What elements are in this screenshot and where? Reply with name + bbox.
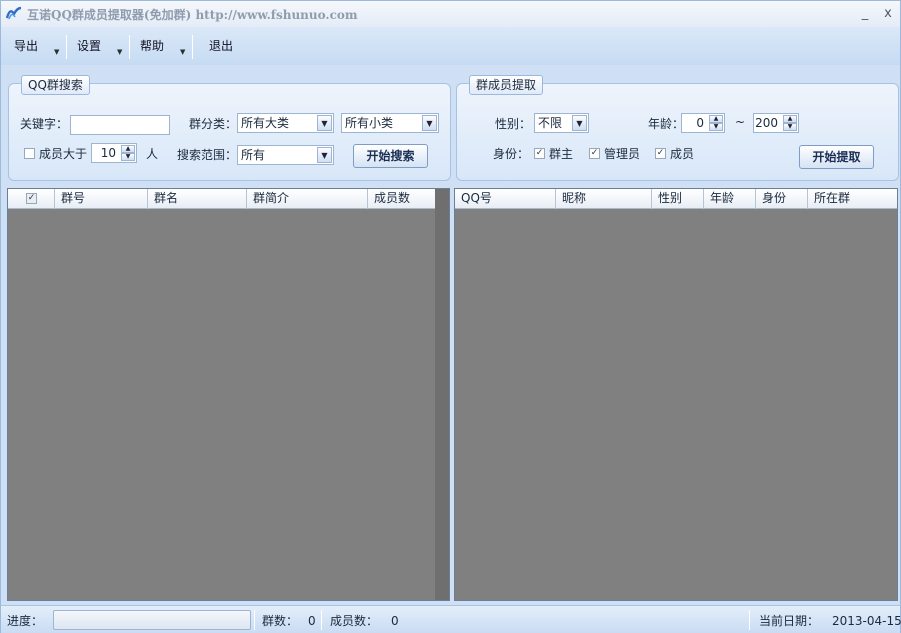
spin-up-icon[interactable]: ▲ (709, 115, 723, 123)
status-separator (321, 610, 322, 630)
column-header[interactable]: 年龄 (704, 189, 756, 209)
people-unit-label: 人 (146, 147, 159, 161)
category-label: 群分类： (189, 117, 238, 131)
spin-up-icon[interactable]: ▲ (121, 145, 135, 153)
select-all-column[interactable]: ✓ (8, 189, 55, 209)
spin-down-icon[interactable]: ▼ (121, 153, 135, 161)
window-title: 互诺QQ群成员提取器(免加群) http://www.fshunuo.com (27, 8, 358, 22)
group-count-value: 0 (308, 614, 316, 628)
members-more-stepper[interactable]: 10 ▲ ▼ (91, 143, 137, 163)
menu-help[interactable]: 帮助 ▼ (140, 37, 190, 56)
menu-settings-label: 设置 (77, 39, 102, 53)
app-logo-icon (5, 5, 23, 21)
chevron-down-icon: ▼ (180, 48, 186, 56)
menu-export-label: 导出 (14, 39, 39, 53)
group-list-grid[interactable]: ✓ 群号 群名 群简介 成员数 (7, 188, 450, 601)
scope-value: 所有 (241, 148, 266, 162)
start-extract-button[interactable]: 开始提取 (799, 145, 874, 169)
keyword-label: 关键字： (20, 117, 69, 131)
date-label: 当前日期： (759, 614, 820, 628)
group-search-legend: QQ群搜索 (21, 75, 90, 95)
menu-help-label: 帮助 (140, 39, 165, 53)
role-admin-label: 管理员 (604, 147, 641, 161)
age-range-separator: ~ (735, 115, 746, 129)
menu-export[interactable]: 导出 ▼ (14, 37, 64, 56)
column-header[interactable]: 群简介 (247, 189, 368, 209)
title-bar: 互诺QQ群成员提取器(免加群) http://www.fshunuo.com _… (1, 1, 900, 27)
column-header[interactable]: 性别 (652, 189, 704, 209)
category-sub-select[interactable]: 所有小类 ▼ (341, 113, 439, 133)
chevron-down-icon: ▼ (572, 115, 587, 131)
age-max-stepper[interactable]: 200 ▲ ▼ (753, 113, 799, 133)
group-search-panel: QQ群搜索 关键字： 群分类： 所有大类 ▼ 所有小类 ▼ 成员大于 10 ▲ … (8, 75, 451, 181)
role-member-checkbox[interactable]: ✓ (655, 148, 666, 159)
column-header[interactable]: 昵称 (556, 189, 652, 209)
column-header[interactable]: 所在群 (808, 189, 897, 209)
chevron-down-icon: ▼ (54, 48, 60, 56)
gender-label: 性别： (495, 117, 532, 131)
column-header[interactable]: QQ号 (455, 189, 556, 209)
progress-label: 进度： (7, 614, 44, 628)
gender-select[interactable]: 不限 ▼ (534, 113, 589, 133)
chevron-down-icon: ▼ (317, 115, 332, 131)
spin-up-icon[interactable]: ▲ (783, 115, 797, 123)
member-list-grid[interactable]: QQ号 昵称 性别 年龄 身份 所在群 (454, 188, 898, 601)
members-more-checkbox[interactable] (24, 148, 35, 159)
current-date: 2013-04-15 (832, 614, 901, 628)
member-count-value: 0 (391, 614, 399, 628)
menu-separator (192, 35, 193, 59)
close-button[interactable]: x (879, 5, 897, 23)
column-header[interactable]: 成员数 (368, 189, 436, 209)
age-max-value: 200 (755, 116, 778, 130)
category-sub-value: 所有小类 (345, 116, 394, 130)
group-count-label: 群数： (262, 614, 299, 628)
column-header[interactable]: 身份 (756, 189, 808, 209)
age-min-stepper[interactable]: 0 ▲ ▼ (681, 113, 725, 133)
category-main-value: 所有大类 (241, 116, 290, 130)
select-all-checkbox[interactable]: ✓ (26, 193, 37, 204)
spin-down-icon[interactable]: ▼ (709, 123, 723, 131)
scope-label: 搜索范围： (177, 148, 238, 162)
menu-exit-label: 退出 (209, 39, 234, 53)
member-extract-panel: 群成员提取 性别： 不限 ▼ 年龄： 0 ▲ ▼ ~ 200 ▲ ▼ 身份： ✓… (456, 75, 899, 181)
group-grid-scrollbar[interactable] (435, 189, 449, 600)
menu-exit[interactable]: 退出 (209, 37, 249, 55)
members-more-label: 成员大于 (39, 147, 88, 161)
chevron-down-icon: ▼ (317, 147, 332, 163)
role-admin-checkbox[interactable]: ✓ (589, 148, 600, 159)
status-bar: 进度： 群数： 0 成员数： 0 当前日期： 2013-04-15 (1, 605, 901, 633)
column-header[interactable]: 群号 (55, 189, 148, 209)
member-grid-header: QQ号 昵称 性别 年龄 身份 所在群 (455, 189, 897, 209)
role-member-label: 成员 (670, 147, 695, 161)
status-separator (749, 610, 750, 630)
minimize-button[interactable]: _ (856, 5, 874, 23)
role-owner-label: 群主 (549, 147, 574, 161)
chevron-down-icon: ▼ (422, 115, 437, 131)
menu-separator (66, 35, 67, 59)
spin-down-icon[interactable]: ▼ (783, 123, 797, 131)
menu-settings[interactable]: 设置 ▼ (77, 37, 127, 56)
scope-select[interactable]: 所有 ▼ (237, 145, 334, 165)
group-grid-header: ✓ 群号 群名 群简介 成员数 (8, 189, 436, 209)
progress-bar (53, 610, 251, 630)
status-separator (254, 610, 255, 630)
age-min-value: 0 (696, 116, 704, 130)
age-label: 年龄： (648, 117, 685, 131)
start-search-button[interactable]: 开始搜索 (353, 144, 428, 168)
member-extract-legend: 群成员提取 (469, 75, 544, 95)
keyword-input[interactable] (70, 115, 170, 135)
main-window: 互诺QQ群成员提取器(免加群) http://www.fshunuo.com _… (0, 0, 901, 633)
menu-bar: 导出 ▼ 设置 ▼ 帮助 ▼ 退出 (1, 27, 900, 65)
role-owner-checkbox[interactable]: ✓ (534, 148, 545, 159)
gender-value: 不限 (538, 116, 563, 130)
role-label: 身份： (493, 147, 530, 161)
menu-separator (129, 35, 130, 59)
column-header[interactable]: 群名 (148, 189, 247, 209)
chevron-down-icon: ▼ (117, 48, 123, 56)
members-more-value: 10 (100, 146, 116, 160)
member-count-label: 成员数： (330, 614, 379, 628)
category-main-select[interactable]: 所有大类 ▼ (237, 113, 334, 133)
